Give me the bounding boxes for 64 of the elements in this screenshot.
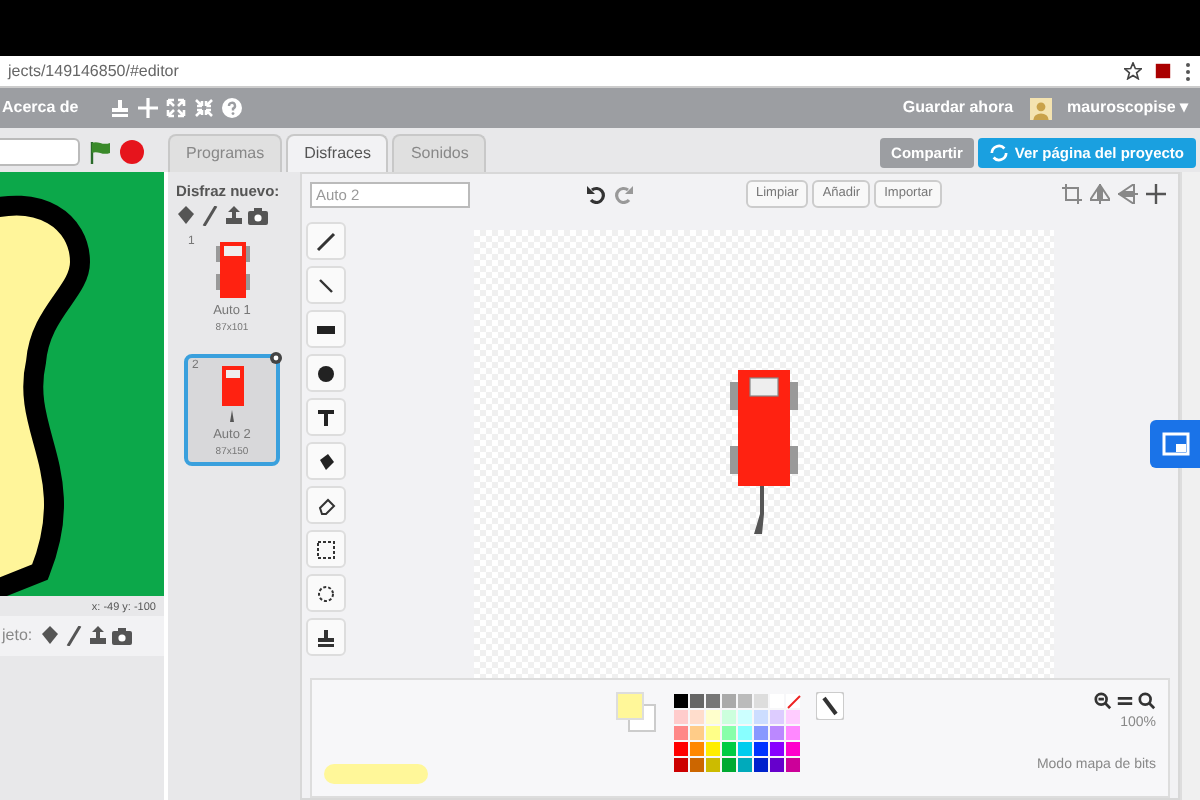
new-sprite-label: jeto: [2, 624, 33, 648]
user-menu[interactable]: mauroscopise ▾ [1067, 96, 1188, 120]
shrink-icon[interactable] [194, 98, 215, 118]
move-icon[interactable] [138, 98, 159, 118]
redo-icon[interactable] [614, 184, 634, 204]
paint-from-library-icon[interactable] [40, 626, 61, 646]
select-tool[interactable] [306, 530, 346, 568]
upload-icon[interactable] [224, 206, 244, 227]
flag-icon[interactable] [88, 140, 112, 164]
star-icon[interactable] [1124, 62, 1142, 80]
camera-icon[interactable] [248, 206, 268, 227]
grow-icon[interactable] [166, 98, 187, 118]
zoom-reset-icon[interactable] [1116, 692, 1134, 710]
paint-brush-icon[interactable] [200, 206, 220, 227]
magic-select-icon [316, 583, 336, 603]
rectangle-tool[interactable] [306, 310, 346, 348]
help-icon[interactable] [222, 98, 243, 118]
car-thumbnail-icon [215, 242, 249, 303]
picture-in-picture-icon [1161, 432, 1189, 456]
tab[interactable]: Programas [168, 134, 283, 172]
brush-icon [316, 231, 336, 251]
paint-brush-icon[interactable] [64, 626, 85, 646]
text-tool[interactable] [306, 398, 346, 436]
stage-field[interactable] [0, 138, 80, 166]
menu-item[interactable]: Acerca de [2, 96, 79, 120]
ellipse-icon [316, 363, 336, 383]
stamp-icon[interactable] [110, 98, 131, 118]
stamp-icon [316, 627, 336, 647]
flip-vertical-icon[interactable] [1118, 184, 1138, 204]
ellipse-tool[interactable] [306, 354, 346, 392]
upload-icon[interactable] [88, 626, 109, 646]
save-now-link[interactable]: Guardar ahora [902, 96, 1014, 120]
refresh-icon [990, 143, 1009, 162]
crop-icon[interactable] [1062, 184, 1082, 204]
brush-tool[interactable] [306, 222, 346, 260]
eyedropper-icon[interactable] [816, 692, 844, 720]
picture-in-picture-button[interactable] [1150, 420, 1200, 468]
scrollbar[interactable] [1180, 172, 1200, 800]
text-icon [316, 407, 336, 427]
tab[interactable]: Disfraces [286, 134, 389, 172]
undo-icon[interactable] [586, 184, 606, 204]
zoom-in-icon[interactable] [1138, 692, 1156, 710]
url-text: jects/149146850/#editor [8, 59, 181, 83]
zoom-out-icon[interactable] [1094, 692, 1112, 710]
fill-tool[interactable] [306, 442, 346, 480]
line-icon [316, 275, 336, 295]
extension-icon[interactable] [1154, 62, 1172, 80]
flip-horizontal-icon[interactable] [1090, 184, 1110, 204]
eraser-tool[interactable] [306, 486, 346, 524]
magic-select-tool[interactable] [306, 574, 346, 612]
eraser-icon [316, 495, 336, 515]
select-icon [316, 539, 336, 559]
stamp-tool[interactable] [306, 618, 346, 656]
stop-icon[interactable] [120, 140, 144, 164]
brush-size-preview [324, 764, 428, 784]
delete-icon[interactable] [270, 352, 282, 365]
tab[interactable]: Sonidos [392, 134, 487, 172]
line-tool[interactable] [306, 266, 346, 304]
paint-from-library-icon[interactable] [176, 206, 196, 227]
menu-icon[interactable] [1184, 61, 1192, 81]
center-icon[interactable] [1146, 184, 1166, 204]
camera-icon[interactable] [112, 626, 133, 646]
fill-icon [316, 451, 336, 471]
fill-color-swatch[interactable] [616, 692, 660, 736]
